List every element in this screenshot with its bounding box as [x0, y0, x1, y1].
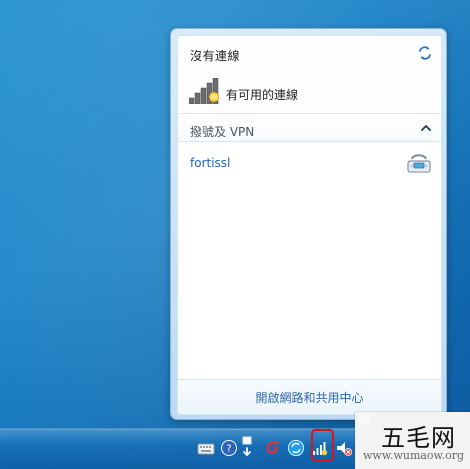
network-popup: 沒有連線 有可用的連線 撥號及 VPN fortissl 開啟網路和共用中心 [170, 28, 447, 420]
watermark-title: 五毛网 [381, 424, 456, 452]
vpn-phone-icon [407, 154, 431, 173]
status-subtitle: 有可用的連線 [226, 88, 299, 102]
watermark-corner [359, 414, 369, 424]
network-tray-highlight [311, 429, 334, 461]
group-title: 撥號及 VPN [190, 125, 255, 139]
chevron-up-icon[interactable] [419, 121, 433, 135]
red-app-icon[interactable] [264, 439, 282, 457]
network-panel: 沒有連線 有可用的連線 撥號及 VPN fortissl 開啟網路和共用中心 [177, 35, 442, 415]
refresh-icon[interactable] [417, 45, 433, 61]
help-icon[interactable]: ? [220, 439, 238, 457]
svg-text:?: ? [226, 444, 231, 455]
sync-icon[interactable] [287, 439, 305, 457]
watermark-subtitle: www.wumaow.org [363, 449, 465, 462]
status-title: 沒有連線 [190, 49, 241, 63]
window-icon[interactable] [240, 436, 258, 458]
vpn-connection-label[interactable]: fortissl [190, 156, 230, 170]
signal-warning-icon [189, 78, 220, 104]
open-network-sharing-center-link[interactable]: 開啟網路和共用中心 [178, 389, 441, 406]
connection-status-section: 沒有連線 有可用的連線 [178, 36, 441, 114]
speaker-icon[interactable] [335, 439, 353, 457]
vpn-connection-item[interactable]: fortissl [178, 147, 441, 181]
keyboard-icon[interactable] [197, 440, 215, 458]
watermark-badge: 五毛网 www.wumaow.org [355, 412, 470, 469]
dialup-vpn-group[interactable]: 撥號及 VPN [178, 117, 441, 142]
network-sharing-footer: 開啟網路和共用中心 [178, 379, 441, 414]
